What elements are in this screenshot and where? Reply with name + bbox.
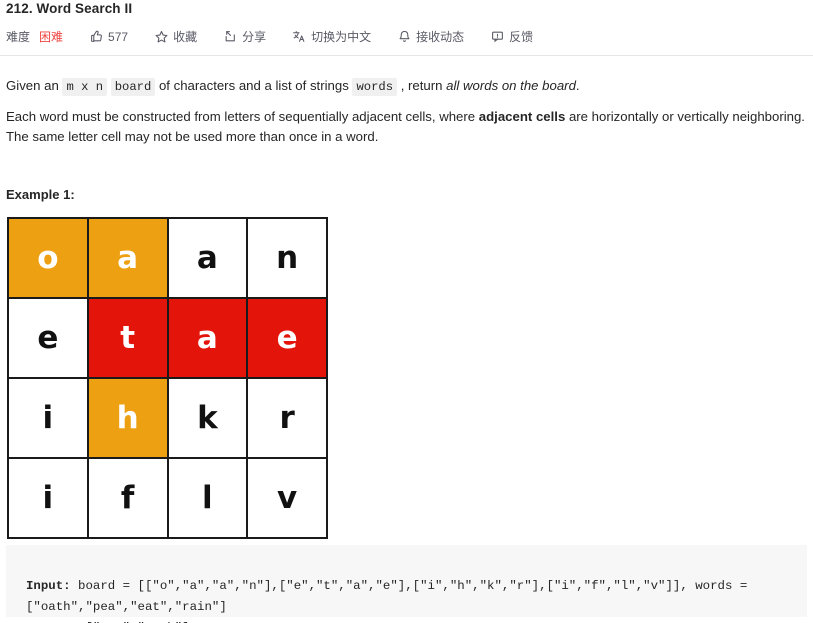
- page-title: 212. Word Search II: [6, 1, 133, 16]
- board-cell: o: [9, 219, 89, 299]
- board-cell: i: [9, 459, 89, 539]
- translate-icon: [292, 30, 306, 44]
- share-icon: [223, 30, 237, 44]
- desc-p1-emphasis: all words on the board: [446, 78, 576, 93]
- desc-p1-seg5: .: [575, 78, 580, 93]
- board-cell: l: [168, 459, 249, 539]
- translate-label: 切换为中文: [311, 29, 372, 44]
- board-cell: a: [88, 219, 169, 299]
- share-label: 分享: [242, 29, 267, 44]
- bell-icon: [397, 30, 411, 44]
- description-paragraph-2: Each word must be constructed from lette…: [6, 107, 806, 147]
- board-cell: e: [9, 299, 89, 379]
- inline-code-mxn: m x n: [62, 78, 108, 96]
- input-label: Input:: [26, 579, 71, 593]
- feedback-button[interactable]: 反馈: [490, 29, 533, 45]
- difficulty-group: 难度 困难: [6, 28, 63, 45]
- desc-p2-bold: adjacent cells: [478, 109, 566, 124]
- likes-button[interactable]: 577: [89, 29, 128, 45]
- feedback-icon: [490, 30, 504, 44]
- word-search-board: oaanetaeihkriflv: [7, 217, 328, 539]
- inline-code-board: board: [110, 78, 156, 96]
- board-cell: e: [248, 299, 328, 379]
- board-cell: a: [168, 219, 249, 299]
- subscribe-label: 接收动态: [416, 29, 465, 44]
- subscribe-button[interactable]: 接收动态: [397, 29, 464, 45]
- example-code-block: Input: board = [["o","a","a","n"],["e","…: [6, 545, 807, 623]
- board-cell: r: [248, 379, 328, 459]
- share-button[interactable]: 分享: [223, 29, 266, 45]
- board-cell: k: [168, 379, 249, 459]
- board-cell: a: [168, 299, 249, 379]
- description-paragraph-1: Given an m x n board of characters and a…: [6, 76, 806, 97]
- board-cell: f: [88, 459, 169, 539]
- board-cell: i: [9, 379, 89, 459]
- favorite-button[interactable]: 收藏: [154, 29, 197, 45]
- inline-code-words: words: [352, 78, 398, 96]
- difficulty-label: 难度: [6, 30, 31, 44]
- desc-p1-seg3: of characters and a list of strings: [155, 78, 353, 93]
- input-value: board = [["o","a","a","n"],["e","t","a",…: [26, 579, 755, 614]
- likes-count: 577: [108, 29, 129, 44]
- board-cell: n: [248, 219, 328, 299]
- thumbs-up-icon: [89, 30, 103, 44]
- problem-page: 212. Word Search II 难度 困难 577 收藏 分享 切换为中…: [0, 0, 813, 623]
- example-heading: Example 1:: [6, 187, 75, 202]
- desc-p1-seg1: Given an: [6, 78, 63, 93]
- board-cell: h: [88, 379, 169, 459]
- header-divider: [0, 55, 813, 56]
- board-cell: t: [88, 299, 169, 379]
- feedback-label: 反馈: [509, 29, 534, 44]
- star-icon: [154, 30, 168, 44]
- difficulty-value: 困难: [39, 30, 64, 44]
- problem-meta-bar: 难度 困难 577 收藏 分享 切换为中文 接收动态 反馈: [6, 28, 533, 45]
- board-cell: v: [248, 459, 328, 539]
- translate-button[interactable]: 切换为中文: [292, 29, 371, 45]
- favorite-label: 收藏: [173, 29, 198, 44]
- desc-p1-seg4: , return: [397, 78, 447, 93]
- desc-p2-seg1: Each word must be constructed from lette…: [6, 109, 479, 124]
